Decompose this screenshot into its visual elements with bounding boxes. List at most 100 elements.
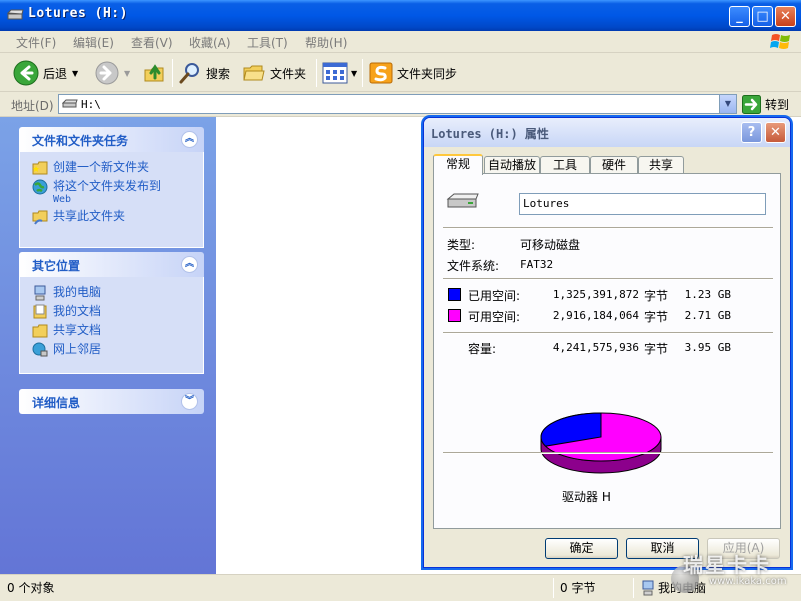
capacity-size: 3.95 GB xyxy=(684,341,731,354)
minimize-button[interactable]: _ xyxy=(729,6,750,27)
share-folder-icon xyxy=(32,210,48,225)
views-dropdown-icon[interactable]: ▼ xyxy=(351,69,357,78)
status-object-count: 0 个对象 xyxy=(7,581,55,595)
watermark-url: www.ikaka.com xyxy=(709,576,787,587)
forward-arrow-icon xyxy=(95,61,119,85)
back-arrow-icon xyxy=(13,60,39,86)
go-label: 转到 xyxy=(765,98,790,112)
task-publish-web[interactable]: 将这个文件夹发布到 Web xyxy=(32,179,203,206)
folder-sync-icon xyxy=(369,62,393,84)
help-button[interactable]: ? xyxy=(741,122,762,143)
address-input[interactable]: H:\ ▼ xyxy=(58,94,737,114)
file-folder-tasks-panel: 文件和文件夹任务 ︽ 创建一个新文件夹 将这个文件夹发布到 Web 共享此文件夹 xyxy=(19,127,204,248)
computer-icon xyxy=(642,580,654,596)
collapse-chevron-icon[interactable]: ︽ xyxy=(181,256,198,273)
folders-label: 文件夹 xyxy=(270,66,307,81)
place-my-computer[interactable]: 我的电脑 xyxy=(32,285,203,301)
folder-sync-label: 文件夹同步 xyxy=(397,66,458,81)
up-folder-button[interactable] xyxy=(142,59,166,87)
new-folder-icon xyxy=(32,161,48,175)
drive-icon xyxy=(6,9,24,20)
expand-chevron-icon[interactable]: ︾ xyxy=(181,393,198,410)
task-sublabel: Web xyxy=(53,194,72,205)
other-places-header[interactable]: 其它位置 ︽ xyxy=(19,252,204,277)
used-space-swatch xyxy=(448,288,461,301)
maximize-button[interactable]: □ xyxy=(752,6,773,27)
title-bar[interactable]: Lotures (H:) _ □ ✕ xyxy=(0,0,801,31)
task-new-folder[interactable]: 创建一个新文件夹 xyxy=(32,161,203,176)
search-button[interactable]: 搜索 xyxy=(178,59,230,87)
menu-tools[interactable]: 工具(T) xyxy=(247,34,288,51)
capacity-unit: 字节 xyxy=(644,342,669,356)
views-button[interactable]: ▼ xyxy=(322,59,357,87)
address-dropdown-icon[interactable]: ▼ xyxy=(719,95,736,113)
globe-icon xyxy=(32,179,48,195)
folders-button[interactable]: 文件夹 xyxy=(242,59,306,87)
file-folder-tasks-header[interactable]: 文件和文件夹任务 ︽ xyxy=(19,127,204,152)
place-network[interactable]: 网上邻居 xyxy=(32,342,203,358)
ok-button[interactable]: 确定 xyxy=(545,538,618,559)
place-label: 我的文档 xyxy=(53,304,102,318)
task-label: 创建一个新文件夹 xyxy=(53,160,150,174)
task-share-folder[interactable]: 共享此文件夹 xyxy=(32,210,203,225)
place-shared-documents[interactable]: 共享文档 xyxy=(32,324,203,339)
up-folder-icon xyxy=(144,64,164,82)
panel-title: 其它位置 xyxy=(32,259,81,273)
search-icon xyxy=(179,63,199,84)
type-label: 类型: xyxy=(447,238,476,252)
volume-label-input[interactable]: Lotures xyxy=(519,193,766,215)
tab-autoplay[interactable]: 自动播放 xyxy=(484,156,540,174)
watermark-brand: 瑞星卡卡 xyxy=(683,553,771,577)
menu-view[interactable]: 查看(V) xyxy=(131,34,173,51)
forward-button[interactable]: ▼ xyxy=(95,59,130,87)
forward-dropdown-icon[interactable]: ▼ xyxy=(124,69,130,78)
folder-sync-button[interactable]: 文件夹同步 xyxy=(369,59,457,87)
free-space-label: 可用空间: xyxy=(468,310,521,324)
used-space-label: 已用空间: xyxy=(468,289,521,303)
menu-bar: 文件(F) 编辑(E) 查看(V) 收藏(A) 工具(T) 帮助(H) xyxy=(0,31,801,53)
task-pane: 文件和文件夹任务 ︽ 创建一个新文件夹 将这个文件夹发布到 Web 共享此文件夹 … xyxy=(0,117,216,574)
place-label: 我的电脑 xyxy=(53,285,102,299)
windows-flag-icon xyxy=(770,34,790,49)
address-value: H:\ xyxy=(81,98,101,111)
drive-label: 驱动器 H xyxy=(562,490,611,504)
menu-edit[interactable]: 编辑(E) xyxy=(73,34,114,51)
other-places-panel: 其它位置 ︽ 我的电脑 我的文档 共享文档 网上邻居 xyxy=(19,252,204,374)
status-size: 0 字节 xyxy=(560,581,596,595)
back-button[interactable]: 后退 ▼ xyxy=(13,59,78,87)
back-dropdown-icon[interactable]: ▼ xyxy=(72,69,78,78)
free-space-bytes: 2,916,184,064 xyxy=(552,309,639,322)
details-header[interactable]: 详细信息 ︾ xyxy=(19,389,204,414)
tab-hardware[interactable]: 硬件 xyxy=(590,156,638,174)
free-space-unit: 字节 xyxy=(644,310,669,324)
tab-tools[interactable]: 工具 xyxy=(540,156,590,174)
close-button[interactable]: ✕ xyxy=(775,6,796,27)
go-arrow-icon xyxy=(742,95,761,114)
capacity-bytes: 4,241,575,936 xyxy=(552,341,639,354)
menu-file[interactable]: 文件(F) xyxy=(16,34,56,51)
used-space-bytes: 1,325,391,872 xyxy=(552,288,639,301)
free-space-swatch xyxy=(448,309,461,322)
panel-title: 文件和文件夹任务 xyxy=(32,134,129,148)
shared-folder-icon xyxy=(32,324,48,338)
dialog-title: Lotures (H:) 属性 xyxy=(431,127,549,141)
watermark: 瑞星卡卡 www.ikaka.com xyxy=(671,549,791,597)
used-space-unit: 字节 xyxy=(644,289,669,303)
computer-icon xyxy=(34,285,46,301)
tab-sharing[interactable]: 共享 xyxy=(638,156,684,174)
back-label: 后退 xyxy=(43,66,68,81)
address-label: 地址(D) xyxy=(11,99,54,113)
place-label: 网上邻居 xyxy=(53,342,102,356)
dialog-close-button[interactable]: ✕ xyxy=(765,122,786,143)
dialog-title-bar[interactable]: Lotures (H:) 属性 ? ✕ xyxy=(424,118,790,147)
go-button[interactable]: 转到 xyxy=(742,95,789,114)
views-grid-icon xyxy=(322,62,348,84)
task-label: 共享此文件夹 xyxy=(53,209,126,223)
collapse-chevron-icon[interactable]: ︽ xyxy=(181,131,198,148)
menu-help[interactable]: 帮助(H) xyxy=(305,34,347,51)
tab-general[interactable]: 常规 xyxy=(433,154,483,175)
general-tab-page: Lotures 类型: 可移动磁盘 文件系统: FAT32 已用空间: 1,32… xyxy=(433,173,781,529)
menu-favorites[interactable]: 收藏(A) xyxy=(189,34,231,51)
place-my-documents[interactable]: 我的文档 xyxy=(32,304,203,320)
filesystem-label: 文件系统: xyxy=(447,259,500,273)
